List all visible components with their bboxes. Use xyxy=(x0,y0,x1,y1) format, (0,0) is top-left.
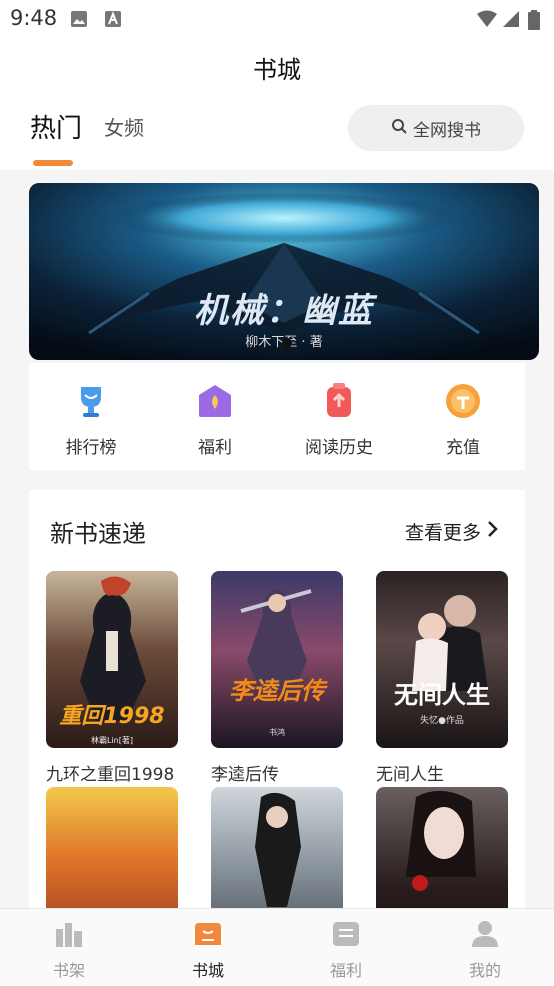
tab-female[interactable]: 女频 xyxy=(104,112,144,141)
cover-title: 无间人生 xyxy=(394,681,490,709)
nav-store[interactable]: 书城 xyxy=(163,919,253,981)
quick-link-history[interactable]: 阅读历史 xyxy=(284,381,394,458)
nav-profile[interactable]: 我的 xyxy=(440,919,530,981)
banner-page-indicator xyxy=(282,338,292,348)
book-title: 九环之重回1998 xyxy=(46,765,175,785)
active-tab-indicator xyxy=(33,160,73,166)
signal-icon xyxy=(502,10,520,32)
quick-link-label: 充值 xyxy=(446,438,480,458)
cover-author: 书鸿 xyxy=(269,728,285,737)
cover-title: 重回1998 xyxy=(59,704,165,729)
view-more-label: 查看更多 xyxy=(404,522,481,544)
nav-label: 福利 xyxy=(329,961,362,980)
section-title: 新书速递 xyxy=(50,520,146,548)
nav-label: 书城 xyxy=(191,961,224,980)
wifi-icon xyxy=(476,10,498,32)
quick-link-label: 福利 xyxy=(198,438,232,458)
quick-link-label: 阅读历史 xyxy=(305,438,373,458)
cover-art xyxy=(240,589,312,691)
cover-author: 失忆●作品 xyxy=(420,716,464,726)
nav-label: 我的 xyxy=(468,961,501,980)
store-icon xyxy=(193,919,223,949)
chevron-right-icon xyxy=(487,520,499,543)
banner-title: 机械：幽蓝 xyxy=(194,291,374,331)
nav-welfare[interactable]: 福利 xyxy=(301,919,391,981)
book-card[interactable]: 无间人生 失忆●作品 无间人生 xyxy=(376,571,508,785)
tab-hot[interactable]: 热门 xyxy=(30,108,82,145)
book-cover: 李逵后传 书鸿 xyxy=(211,571,343,748)
book-card[interactable]: 重回1998 林霸Lin[著] 九环之重回1998 xyxy=(46,571,178,785)
status-time: 9:48 xyxy=(10,6,58,30)
quick-link-label: 排行榜 xyxy=(65,438,117,458)
image-notification-icon xyxy=(70,10,88,32)
search-button[interactable]: 全网搜书 xyxy=(348,105,524,151)
book-card[interactable]: 李逵后传 书鸿 李逵后传 xyxy=(211,571,343,785)
quick-link-recharge[interactable]: 充值 xyxy=(408,381,518,458)
font-notification-icon xyxy=(104,10,122,32)
search-label: 全网搜书 xyxy=(413,120,481,141)
book-title: 无间人生 xyxy=(376,765,444,785)
trophy-icon xyxy=(71,381,111,421)
view-more-link[interactable]: 查看更多 xyxy=(405,518,499,545)
search-icon xyxy=(391,118,407,138)
quick-links-panel: 排行榜 福利 阅读历史 充值 xyxy=(29,363,525,470)
page-title: 书城 xyxy=(253,56,301,84)
gift-icon xyxy=(195,381,235,421)
coin-icon xyxy=(443,381,483,421)
profile-icon xyxy=(470,919,500,949)
cover-author: 林霸Lin[著] xyxy=(91,736,133,745)
book-cover: 无间人生 失忆●作品 xyxy=(376,571,508,748)
status-bar: 9:48 xyxy=(0,0,554,38)
quick-link-ranking[interactable]: 排行榜 xyxy=(36,381,146,458)
battery-icon xyxy=(528,10,540,34)
banner[interactable]: 机械：幽蓝 柳木下至 · 著 xyxy=(29,183,539,360)
bottom-nav: 书架 书城 福利 我的 xyxy=(0,908,554,986)
new-books-section: 新书速递 查看更多 重回1998 林霸Lin[著] 九环之重回1998 李逵后传… xyxy=(29,490,525,964)
history-icon xyxy=(319,381,359,421)
book-title: 李逵后传 xyxy=(211,765,279,785)
cover-title: 李逵后传 xyxy=(229,677,325,705)
quick-link-welfare[interactable]: 福利 xyxy=(160,381,270,458)
nav-bookshelf[interactable]: 书架 xyxy=(24,919,114,981)
welfare-icon xyxy=(331,919,361,949)
bookshelf-icon xyxy=(54,919,84,949)
nav-label: 书架 xyxy=(52,961,85,980)
book-cover: 重回1998 林霸Lin[著] xyxy=(46,571,178,748)
